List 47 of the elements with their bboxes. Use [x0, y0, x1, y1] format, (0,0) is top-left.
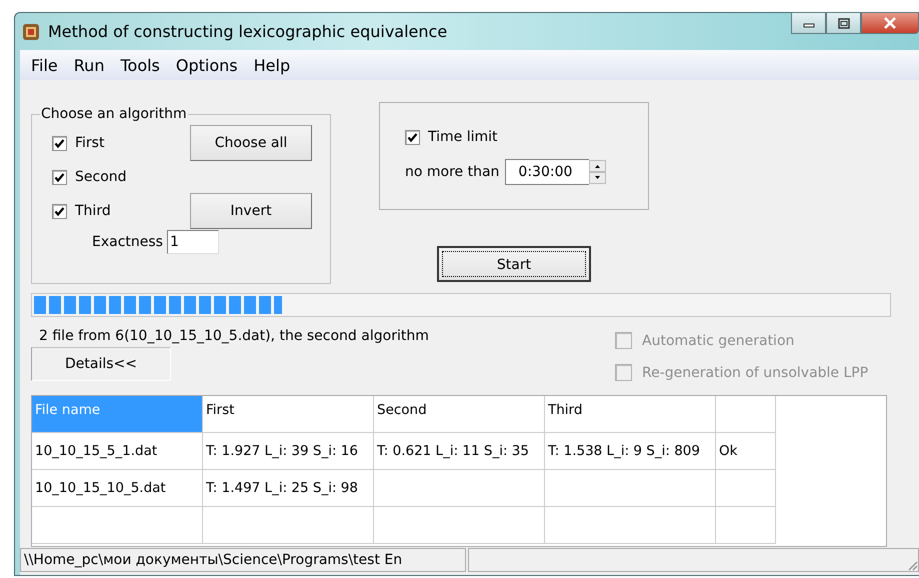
column-header[interactable]: First — [203, 396, 374, 433]
checkbox[interactable] — [405, 130, 420, 144]
column-header[interactable]: Third — [545, 396, 716, 433]
checkbox[interactable] — [52, 204, 67, 218]
column-header[interactable]: Second — [374, 396, 545, 433]
table-cell: T: 1.927 L_i: 39 S_i: 16 — [203, 433, 374, 470]
details-button[interactable]: Details<< — [31, 347, 171, 381]
table-cell: Ok — [716, 433, 776, 470]
start-button[interactable]: Start — [437, 246, 591, 282]
menu-item[interactable]: File — [24, 54, 65, 76]
table-cell: T: 0.621 L_i: 11 S_i: 35 — [374, 433, 545, 470]
group-title: Choose an algorithm — [40, 106, 188, 122]
menu-item[interactable]: Run — [66, 54, 112, 76]
checkbox-label: Third — [75, 203, 111, 219]
exactness-field[interactable]: 1 — [166, 230, 219, 254]
window-title: Method of constructing lexicographic equivalence — [48, 22, 448, 41]
status-panel: \\Home_pc\мои документы\Science\Programs\test En — [20, 548, 466, 572]
table-cell: T: 1.497 L_i: 25 S_i: 98 — [203, 470, 374, 507]
maximize-icon — [838, 18, 850, 28]
checkbox-label: Re-generation of unsolvable LPP — [642, 364, 868, 380]
table-cell: 10_10_15_10_5.dat — [32, 470, 203, 507]
spin-arrows-icon[interactable] — [589, 160, 606, 184]
minimize-button[interactable] — [791, 12, 826, 34]
checkbox-label: First — [75, 135, 104, 151]
table-cell: T: 1.538 L_i: 9 S_i: 809 — [545, 433, 716, 470]
maximize-button[interactable] — [826, 12, 861, 34]
menu-item[interactable]: Options — [168, 54, 245, 76]
close-button[interactable] — [861, 12, 919, 34]
action-button[interactable]: Invert — [190, 193, 312, 229]
time-field[interactable]: 0:30:00 — [505, 159, 590, 185]
app-icon — [22, 22, 40, 40]
checkbox-label: Automatic generation — [642, 332, 794, 348]
close-icon — [883, 17, 897, 29]
table-cell — [716, 470, 776, 507]
action-button[interactable]: Choose all — [190, 125, 312, 161]
checkbox[interactable] — [52, 136, 67, 150]
table-cell — [716, 507, 776, 544]
field-label: no more than — [405, 164, 500, 180]
resize-grip-icon[interactable] — [906, 559, 918, 571]
menu-item[interactable]: Tools — [113, 54, 167, 76]
table-cell: 10_10_15_5_1.dat — [32, 433, 203, 470]
checkbox-label: Second — [75, 169, 127, 185]
checkbox-label: Time limit — [428, 129, 498, 145]
menu-item[interactable]: Help — [246, 54, 298, 76]
field-label: Exactness — [92, 234, 163, 250]
status-text: 2 file from 6(10_10_15_10_5.dat), the second algorithm — [39, 328, 429, 344]
checkbox[interactable] — [52, 170, 67, 184]
